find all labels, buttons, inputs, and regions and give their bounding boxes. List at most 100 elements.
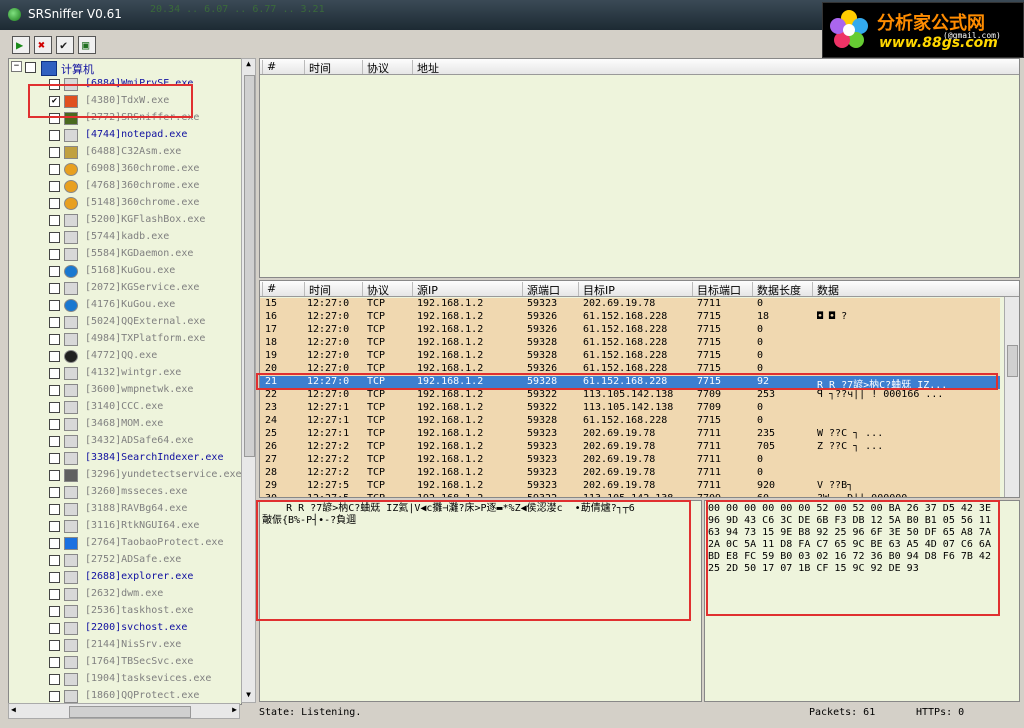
process-checkbox[interactable] <box>49 317 60 328</box>
column-header[interactable]: 数据 <box>812 282 839 297</box>
start-button[interactable]: ▶ <box>12 36 30 54</box>
process-checkbox[interactable] <box>49 113 60 124</box>
packet-cell: ◘ ◘ ? <box>817 311 848 322</box>
process-label: [3600]wmpnetwk.exe <box>85 384 194 395</box>
process-checkbox[interactable] <box>49 606 60 617</box>
process-tree[interactable]: − 计算机 [6884]WmiPrvSE.exe ✔ [4380]TdxW.exe [… <box>8 58 242 705</box>
packet-row[interactable]: 28 12:27:2 TCP 192.168.1.2 59323 202.69.19.78… <box>260 467 1000 480</box>
process-checkbox[interactable] <box>49 198 60 209</box>
process-checkbox[interactable] <box>49 181 60 192</box>
process-checkbox[interactable] <box>49 79 60 90</box>
root-checkbox[interactable] <box>25 62 36 73</box>
process-checkbox[interactable] <box>49 419 60 430</box>
column-header[interactable]: # <box>262 282 276 296</box>
column-header[interactable]: 协议 <box>362 60 389 75</box>
process-checkbox[interactable] <box>49 249 60 260</box>
process-checkbox[interactable] <box>49 470 60 481</box>
process-checkbox[interactable] <box>49 436 60 447</box>
process-checkbox[interactable] <box>49 351 60 362</box>
process-checkbox[interactable] <box>49 555 60 566</box>
stop-button[interactable]: ✖ <box>34 36 52 54</box>
packet-cell: 192.168.1.2 <box>417 454 484 465</box>
packet-row[interactable]: 29 12:27:5 TCP 192.168.1.2 59323 202.69.19.78… <box>260 480 1000 493</box>
packet-row[interactable]: 21 12:27:0 TCP 192.168.1.2 59328 61.152.168.2… <box>260 376 1000 391</box>
process-checkbox[interactable] <box>49 691 60 702</box>
process-checkbox[interactable] <box>49 487 60 498</box>
column-header[interactable]: 源端口 <box>522 282 560 297</box>
tree-scroll-thumb[interactable] <box>244 75 255 457</box>
connection-table[interactable]: # 时间 协议 地址 <box>259 58 1020 278</box>
column-header[interactable]: 协议 <box>362 282 389 297</box>
process-checkbox[interactable] <box>49 130 60 141</box>
exe-app-icon <box>64 571 78 584</box>
process-checkbox[interactable] <box>49 300 60 311</box>
packet-cell: V ??B┐ <box>817 480 854 491</box>
column-header[interactable]: 时间 <box>304 282 331 297</box>
column-header[interactable]: 地址 <box>412 60 439 75</box>
process-checkbox[interactable] <box>49 215 60 226</box>
process-checkbox[interactable] <box>49 266 60 277</box>
process-checkbox[interactable] <box>49 453 60 464</box>
column-header[interactable]: 目标IP <box>578 282 615 297</box>
packet-cell: 202.69.19.78 <box>583 298 656 309</box>
column-header[interactable]: 时间 <box>304 60 331 75</box>
process-checkbox[interactable] <box>49 657 60 668</box>
packet-row[interactable]: 17 12:27:0 TCP 192.168.1.2 59326 61.152.168.2… <box>260 324 1000 337</box>
process-checkbox[interactable] <box>49 368 60 379</box>
packet-row[interactable]: 22 12:27:0 TCP 192.168.1.2 59322 113.105.142.… <box>260 389 1000 402</box>
packet-cell: 0 <box>757 337 764 348</box>
expand-toggle-icon[interactable]: − <box>11 61 22 72</box>
process-label: [2200]svchost.exe <box>85 622 188 633</box>
exe-app-icon <box>64 214 78 227</box>
packet-cell: 12:27:2 <box>307 441 350 452</box>
process-checkbox[interactable] <box>49 572 60 583</box>
process-checkbox[interactable] <box>49 232 60 243</box>
process-checkbox[interactable] <box>49 402 60 413</box>
packet-table-scrollbar[interactable] <box>1004 297 1019 497</box>
process-checkbox[interactable] <box>49 521 60 532</box>
column-header[interactable]: 源IP <box>412 282 438 297</box>
packet-row[interactable]: 27 12:27:2 TCP 192.168.1.2 59323 202.69.19.78… <box>260 454 1000 467</box>
save-button[interactable]: ▣ <box>78 36 96 54</box>
process-checkbox[interactable] <box>49 589 60 600</box>
process-checkbox[interactable] <box>49 385 60 396</box>
scroll-up-icon[interactable]: ▲ <box>243 59 254 71</box>
column-header[interactable]: # <box>262 60 276 74</box>
packet-row[interactable]: 26 12:27:2 TCP 192.168.1.2 59323 202.69.19.78… <box>260 441 1000 454</box>
process-label: [2752]ADSafe.exe <box>85 554 182 565</box>
packet-scroll-thumb[interactable] <box>1007 345 1018 377</box>
packet-row[interactable]: 16 12:27:0 TCP 192.168.1.2 59326 61.152.168.2… <box>260 311 1000 324</box>
packet-cell: 12:27:1 <box>307 402 350 413</box>
process-checkbox[interactable] <box>49 538 60 549</box>
packet-row[interactable]: 25 12:27:1 TCP 192.168.1.2 59323 202.69.19.78… <box>260 428 1000 441</box>
process-checkbox[interactable] <box>49 623 60 634</box>
tree-horizontal-scrollbar[interactable]: ◀ ▶ <box>8 703 240 719</box>
process-checkbox[interactable] <box>49 674 60 685</box>
process-checkbox[interactable] <box>49 334 60 345</box>
packet-row[interactable]: 19 12:27:0 TCP 192.168.1.2 59328 61.152.168.2… <box>260 350 1000 363</box>
scroll-down-icon[interactable]: ▼ <box>243 690 254 702</box>
process-checkbox[interactable] <box>49 283 60 294</box>
scroll-right-icon[interactable]: ▶ <box>232 705 237 714</box>
tree-vertical-scrollbar[interactable]: ▲ ▼ <box>241 58 256 703</box>
process-checkbox[interactable] <box>49 504 60 515</box>
check-button[interactable]: ✔ <box>56 36 74 54</box>
tree-hscroll-thumb[interactable] <box>69 706 191 718</box>
column-header[interactable]: 数据长度 <box>752 282 801 297</box>
packet-row[interactable]: 23 12:27:1 TCP 192.168.1.2 59322 113.105.142.… <box>260 402 1000 415</box>
hex-view-pane[interactable]: 00 00 00 00 00 00 52 00 52 00 BA 26 37 D… <box>704 500 1020 702</box>
process-checkbox[interactable] <box>49 164 60 175</box>
packet-cell: 17 <box>265 324 278 335</box>
packet-row[interactable]: 24 12:27:1 TCP 192.168.1.2 59328 61.152.168.2… <box>260 415 1000 428</box>
packet-row[interactable]: 20 12:27:0 TCP 192.168.1.2 59326 61.152.168.2… <box>260 363 1000 376</box>
text-view-pane[interactable]: R R ?7諺>枘C?蛐兓 IZ氦|V◀c攤⊣灘?床>P逐▬*%Z◀侯涊漤c •… <box>259 500 702 702</box>
scroll-left-icon[interactable]: ◀ <box>11 705 16 714</box>
process-checkbox[interactable]: ✔ <box>49 96 60 107</box>
column-header[interactable]: 目标端口 <box>692 282 741 297</box>
process-checkbox[interactable] <box>49 640 60 651</box>
packet-table[interactable]: # 时间 协议 源IP 源端口 目标IP 目标端口 数据长度 数据 15 12:27:0 TCP 19… <box>259 280 1020 498</box>
packet-row[interactable]: 18 12:27:0 TCP 192.168.1.2 59328 61.152.168.2… <box>260 337 1000 350</box>
process-checkbox[interactable] <box>49 147 60 158</box>
packet-row[interactable]: 30 12:27:5 TCP 192.168.1.2 59322 113.105.142.… <box>260 493 1000 497</box>
packet-row[interactable]: 15 12:27:0 TCP 192.168.1.2 59323 202.69.19.78… <box>260 298 1000 311</box>
